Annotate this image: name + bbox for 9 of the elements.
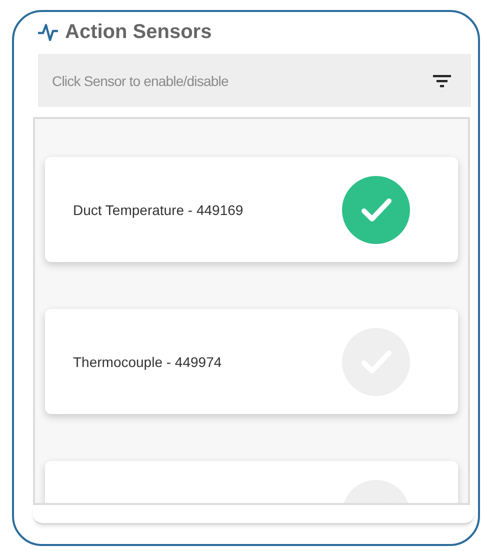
hint-text: Click Sensor to enable/disable [52, 72, 228, 88]
filter-icon[interactable] [433, 74, 451, 88]
sensor-card[interactable]: Duct Temperature - 449169 [45, 157, 458, 262]
sensor-name: Duct Temperature - 449169 [73, 202, 244, 218]
pulse-icon [37, 22, 59, 42]
sensor-name: Thermocouple - 449974 [73, 354, 222, 370]
sensor-card[interactable]: Thermocouple - 449974 [45, 309, 458, 414]
panel-title: Action Sensors [65, 20, 212, 44]
check-icon[interactable] [342, 176, 410, 244]
